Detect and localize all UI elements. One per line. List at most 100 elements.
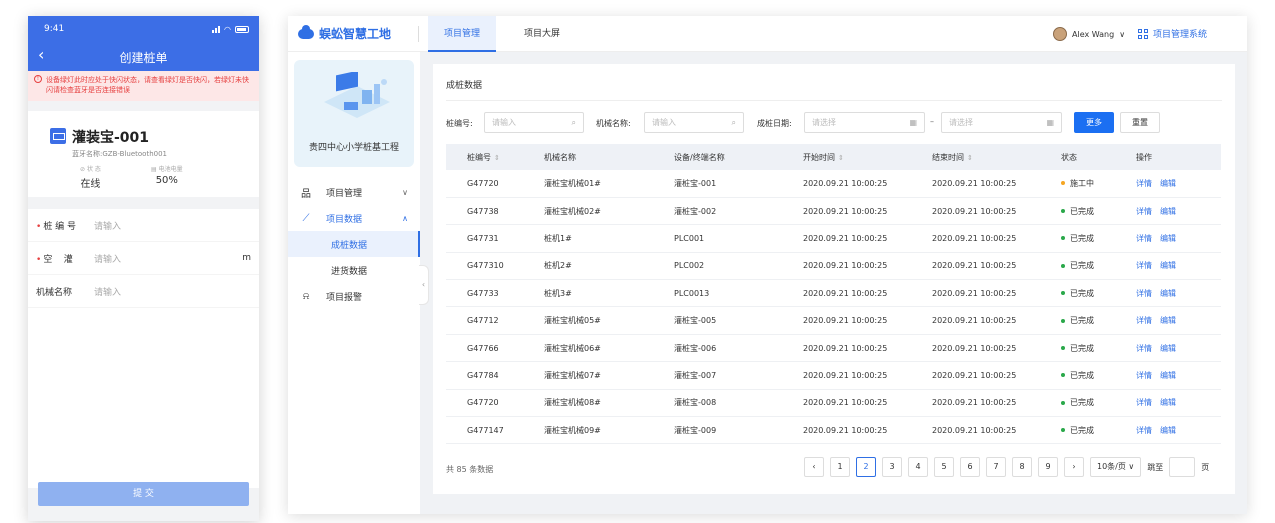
more-button[interactable]: 更多	[1074, 112, 1114, 133]
cell-device-name: 灌桩宝-002	[653, 197, 782, 226]
sidebar-collapse-handle[interactable]: ‹	[419, 265, 429, 305]
empty-pour-input[interactable]: 请输入	[94, 252, 121, 265]
edit-link[interactable]: 编辑	[1160, 207, 1176, 216]
page-button[interactable]: 5	[934, 457, 954, 477]
page-list: 123456789	[830, 457, 1058, 477]
col-start-time[interactable]: 开始时间 ⇕	[782, 144, 911, 170]
detail-link[interactable]: 详情	[1136, 289, 1152, 298]
cell-start-time: 2020.09.21 10:00:25	[782, 334, 911, 363]
edit-link[interactable]: 编辑	[1160, 234, 1176, 243]
cell-device-name: 灌桩宝-006	[653, 334, 782, 363]
sidebar-item-project-management[interactable]: 品 项目管理 ∨	[288, 179, 420, 205]
page-button[interactable]: 4	[908, 457, 928, 477]
sidebar-item-purchase-data[interactable]: 进货数据	[288, 257, 420, 283]
total-count: 共 85 条数据	[446, 465, 494, 474]
pile-number-input[interactable]: 请输入	[94, 219, 121, 232]
detail-link[interactable]: 详情	[1136, 316, 1152, 325]
cell-status: 已完成	[1040, 334, 1115, 363]
sort-icon[interactable]: ⇕	[494, 154, 500, 162]
col-pile-number[interactable]: 桩编号 ⇕	[446, 144, 523, 170]
page-button[interactable]: 9	[1038, 457, 1058, 477]
cell-end-time: 2020.09.21 10:00:25	[911, 279, 1040, 308]
detail-link[interactable]: 详情	[1136, 261, 1152, 270]
detail-link[interactable]: 详情	[1136, 234, 1152, 243]
status-text: 已完成	[1070, 370, 1094, 380]
clock: 9:41	[44, 24, 65, 34]
tab-project-screen[interactable]: 项目大屏	[508, 16, 576, 52]
machine-name-input[interactable]: 请输入	[94, 285, 121, 298]
status-dot	[1061, 236, 1065, 241]
battery-value: 50%	[155, 175, 178, 186]
detail-link[interactable]: 详情	[1136, 344, 1152, 353]
cell-pile-number: G477147	[446, 416, 523, 445]
reset-button[interactable]: 重置	[1120, 112, 1160, 133]
date-end-picker[interactable]: 请选择 ▦	[941, 112, 1062, 133]
jump-page-input[interactable]	[1169, 457, 1196, 477]
detail-link[interactable]: 详情	[1136, 426, 1152, 435]
table-row: G47733 桩机3# PLC0013 2020.09.21 10:00:25 2020…	[446, 279, 1221, 308]
bluetooth-name: 蓝牙名称:GZB-Bluetooth001	[72, 150, 167, 158]
battery-stat: ▤ 电池电量 50%	[151, 164, 183, 186]
edit-link[interactable]: 编辑	[1160, 179, 1176, 188]
alert-banner: ! 设备绿灯此时应处于快闪状态，请查看绿灯是否快闪，若绿灯未快闪请检查蓝牙是否连…	[28, 71, 259, 101]
prev-page-button[interactable]: ‹	[804, 457, 824, 477]
detail-link[interactable]: 详情	[1136, 207, 1152, 216]
cell-status: 已完成	[1040, 361, 1115, 390]
pile-data-table: 桩编号 ⇕ 机械名称 设备/终端名称 开始时间 ⇕ 结束时间 ⇕ 状态 操作 G477…	[446, 144, 1221, 445]
sort-icon[interactable]: ⇕	[967, 154, 973, 162]
page-button[interactable]: 8	[1012, 457, 1032, 477]
system-switcher[interactable]: 项目管理系统	[1138, 27, 1207, 40]
status-dot	[1061, 318, 1065, 323]
form-row-empty-pour[interactable]: • 空 灌 请输入 m	[28, 242, 259, 275]
status-text: 已完成	[1070, 316, 1094, 326]
page-button[interactable]: 3	[882, 457, 902, 477]
cell-pile-number: G47784	[446, 361, 523, 390]
page-button[interactable]: 6	[960, 457, 980, 477]
sort-icon[interactable]: ⇕	[838, 154, 844, 162]
status-text: 已完成	[1070, 233, 1094, 243]
edit-link[interactable]: 编辑	[1160, 289, 1176, 298]
next-page-button[interactable]: ›	[1064, 457, 1084, 477]
detail-link[interactable]: 详情	[1136, 398, 1152, 407]
edit-link[interactable]: 编辑	[1160, 371, 1176, 380]
edit-link[interactable]: 编辑	[1160, 398, 1176, 407]
form-row-machine-name[interactable]: 机械名称 请输入	[28, 275, 259, 308]
table-row: G477147 灌桩宝机械09# 灌桩宝-009 2020.09.21 10:00:2…	[446, 416, 1221, 445]
edit-link[interactable]: 编辑	[1160, 316, 1176, 325]
page-button[interactable]: 1	[830, 457, 850, 477]
chevron-down-icon: ∨	[402, 187, 408, 197]
tab-project-management[interactable]: 项目管理	[428, 16, 497, 52]
col-end-time[interactable]: 结束时间 ⇕	[911, 144, 1040, 170]
machine-name-filter[interactable]: 请输入 ⌕	[644, 112, 744, 133]
edit-link[interactable]: 编辑	[1160, 426, 1176, 435]
edit-link[interactable]: 编辑	[1160, 261, 1176, 270]
detail-link[interactable]: 详情	[1136, 371, 1152, 380]
edit-link[interactable]: 编辑	[1160, 344, 1176, 353]
user-menu[interactable]: Alex Wang ∨	[1053, 27, 1125, 41]
page-size-select[interactable]: 10条/页 ∨	[1090, 457, 1142, 477]
status-text: 已完成	[1070, 206, 1094, 216]
sidebar-item-project-alarm[interactable]: ⍾ 项目报警	[288, 283, 420, 309]
sidebar-item-pile-data[interactable]: 成桩数据	[288, 231, 420, 257]
form-row-pile-number[interactable]: • 桩 编 号 请输入	[28, 209, 259, 242]
date-start-picker[interactable]: 请选择 ▦	[804, 112, 925, 133]
cell-actions: 详情 编辑	[1115, 279, 1221, 308]
sidebar-item-project-data[interactable]: ⟋ 项目数据 ∧	[288, 205, 420, 231]
cell-actions: 详情 编辑	[1115, 252, 1221, 281]
cell-pile-number: G477310	[446, 252, 523, 281]
cell-start-time: 2020.09.21 10:00:25	[782, 252, 911, 281]
page-button[interactable]: 2	[856, 457, 876, 477]
cell-device-name: 灌桩宝-005	[653, 306, 782, 335]
top-nav: 蜈蚣智慧工地 项目管理 项目大屏 Alex Wang ∨ 项目管理系统	[288, 16, 1247, 52]
pile-number-filter[interactable]: 请输入 ⌕	[484, 112, 584, 133]
cell-machine-name: 灌桩宝机械06#	[523, 334, 653, 363]
page-button[interactable]: 7	[986, 457, 1006, 477]
submit-button[interactable]: 提 交	[38, 482, 249, 506]
calendar-icon: ▦	[1046, 118, 1054, 127]
content-title: 成桩数据	[446, 81, 483, 91]
cell-status: 已完成	[1040, 252, 1115, 281]
alert-text: 设备绿灯此时应处于快闪状态，请查看绿灯是否快闪，若绿灯未快闪请检查蓝牙是否连接错…	[46, 76, 249, 94]
detail-link[interactable]: 详情	[1136, 179, 1152, 188]
project-illustration	[324, 72, 390, 118]
brand-logo[interactable]: 蜈蚣智慧工地	[298, 24, 391, 42]
